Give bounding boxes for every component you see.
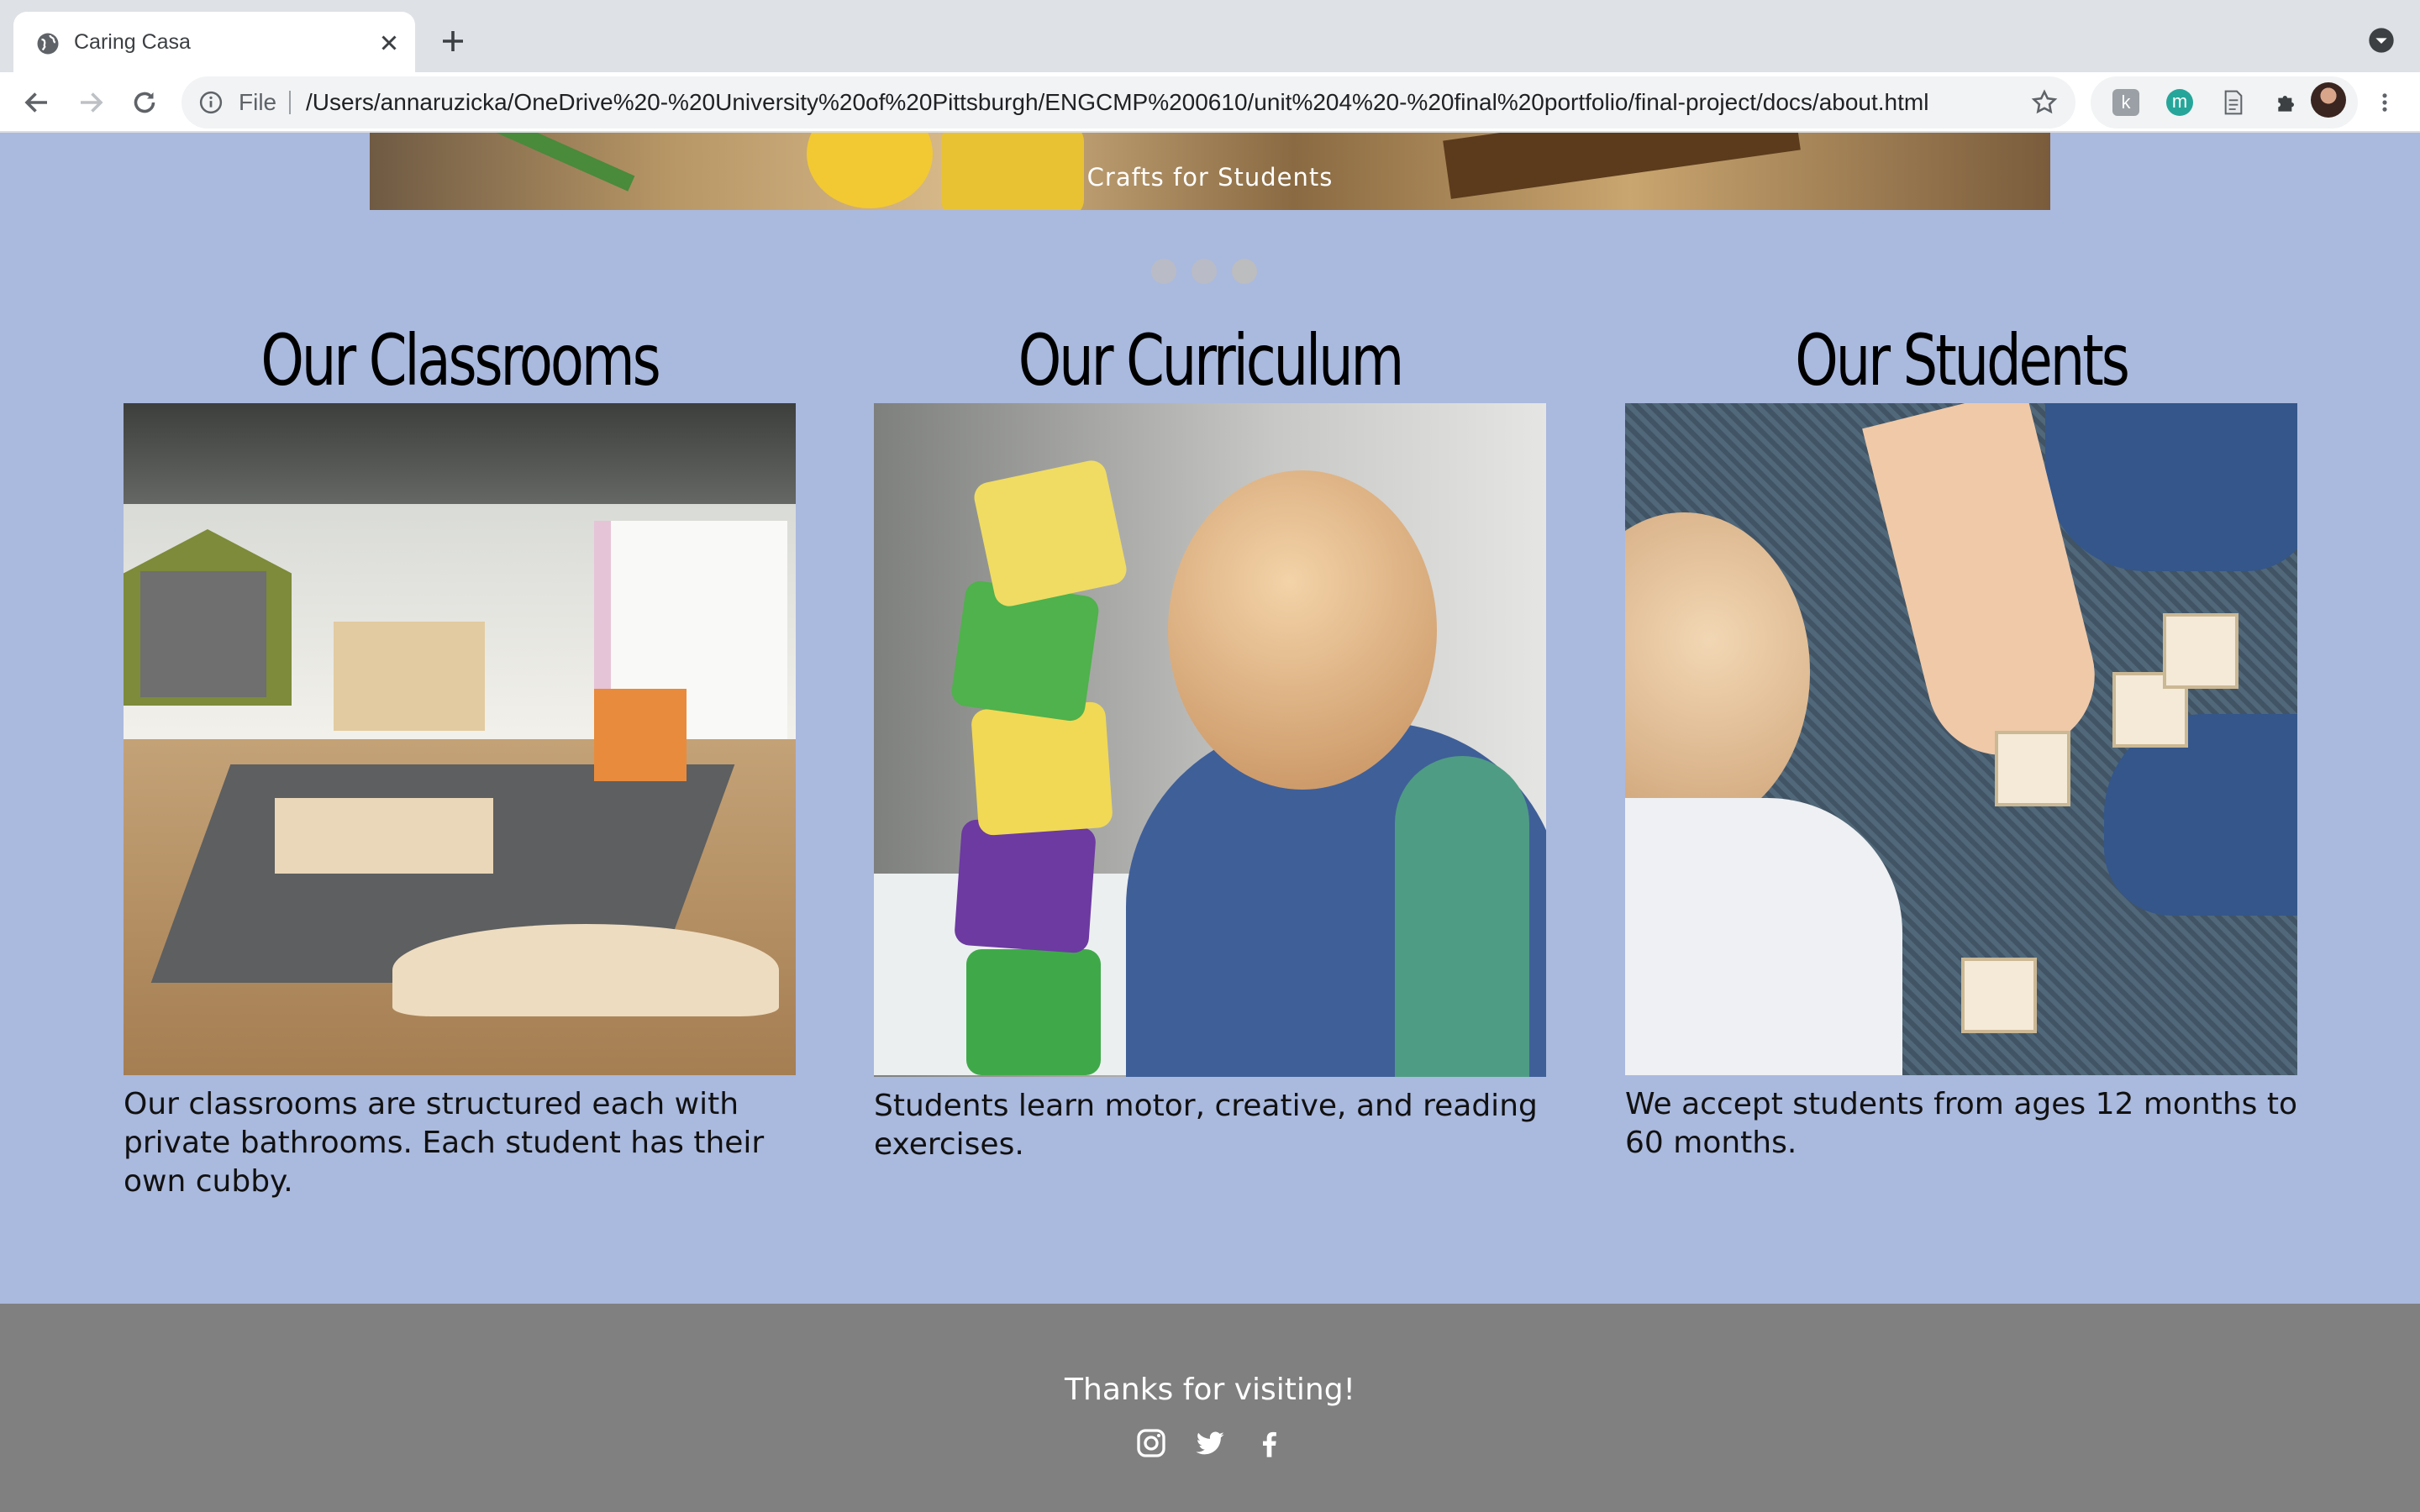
back-icon[interactable] (22, 87, 52, 118)
carousel-caption: Crafts for Students (1086, 163, 1334, 192)
puzzle-icon[interactable] (2274, 89, 2301, 116)
url-scheme: File (239, 89, 277, 115)
site-footer: Thanks for visiting! (0, 1304, 2420, 1512)
bookmark-star-icon[interactable] (2030, 88, 2059, 117)
carousel-indicator-2[interactable] (1192, 259, 1217, 284)
address-bar[interactable]: File /Users/annaruzicka/OneDrive%20-%20U… (182, 76, 2075, 129)
globe-icon (37, 33, 59, 55)
close-tab-icon[interactable] (376, 30, 402, 55)
more-menu-icon[interactable] (2373, 87, 2396, 118)
footer-message: Thanks for visiting! (1065, 1373, 1355, 1407)
curriculum-heading: Our Curriculum (1018, 319, 1405, 402)
forward-icon[interactable] (76, 87, 106, 118)
curriculum-photo (874, 403, 1546, 1077)
classrooms-description: Our classrooms are structured each with … (124, 1087, 765, 1199)
reload-icon[interactable] (129, 87, 160, 118)
tab-title: Caring Casa (74, 30, 191, 54)
profile-avatar[interactable] (2311, 82, 2346, 118)
document-extension-icon[interactable] (2220, 89, 2247, 116)
page-content: Crafts for Students Our Classrooms Our c… (0, 133, 2420, 1512)
image-carousel[interactable]: Crafts for Students (370, 133, 2050, 210)
instagram-icon[interactable] (1134, 1426, 1168, 1460)
twitter-icon[interactable] (1193, 1426, 1227, 1460)
students-photo (1625, 403, 2297, 1075)
students-description: We accept students from ages 12 months t… (1625, 1087, 2298, 1160)
k-extension-icon[interactable]: k (2112, 89, 2139, 116)
url-divider (289, 91, 291, 114)
classrooms-heading: Our Classrooms (260, 319, 660, 402)
classroom-photo (124, 403, 796, 1075)
carousel-indicator-3[interactable] (1232, 259, 1257, 284)
students-heading: Our Students (1795, 319, 2130, 402)
browser-tab[interactable]: Caring Casa (13, 12, 415, 72)
m-extension-icon[interactable]: m (2166, 89, 2193, 116)
url-text[interactable]: /Users/annaruzicka/OneDrive%20-%20Univer… (306, 76, 1928, 129)
facebook-icon[interactable] (1252, 1426, 1286, 1460)
browser-tabstrip: Caring Casa (0, 0, 2420, 72)
info-icon[interactable] (198, 90, 224, 115)
new-tab-icon[interactable] (438, 26, 468, 56)
carousel-indicators (1151, 259, 1269, 284)
tab-search-icon[interactable] (2368, 27, 2395, 54)
carousel-indicator-1[interactable] (1151, 259, 1176, 284)
curriculum-description: Students learn motor, creative, and read… (874, 1089, 1538, 1162)
browser-toolbar: File /Users/annaruzicka/OneDrive%20-%20U… (0, 72, 2420, 133)
